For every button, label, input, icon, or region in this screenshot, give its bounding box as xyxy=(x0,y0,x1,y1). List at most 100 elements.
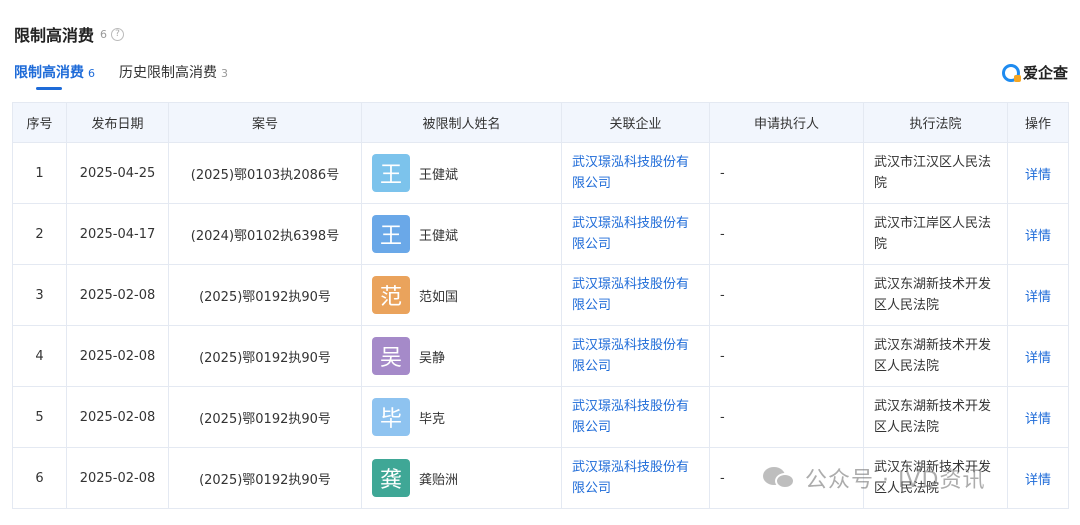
detail-link[interactable]: 详情 xyxy=(1025,351,1051,366)
publish-date: 2025-02-08 xyxy=(66,325,169,387)
table-row: 1 2025-04-25 (2025)鄂0103执2086号王王健斌 武汉璟泓科技股份… xyxy=(12,142,1069,204)
row-index: 6 xyxy=(12,447,67,509)
person-name[interactable]: 王健斌 xyxy=(419,225,458,244)
related-company-cell: 武汉璟泓科技股份有限公司 xyxy=(561,142,710,204)
question-circle-icon[interactable]: ? xyxy=(111,27,125,41)
person-name[interactable]: 王健斌 xyxy=(419,164,458,183)
related-company-cell: 武汉璟泓科技股份有限公司 xyxy=(561,264,710,326)
applicant: - xyxy=(709,447,864,509)
table-row: 4 2025-02-08 (2025)鄂0192执90号吴吴静 武汉璟泓科技股份有限公… xyxy=(12,325,1069,387)
case-number: (2025)鄂0192执90号 xyxy=(168,447,362,509)
column-header: 发布日期 xyxy=(66,102,169,143)
column-header: 序号 xyxy=(12,102,67,143)
applicant: - xyxy=(709,203,864,265)
logo-text: 爱企查 xyxy=(1022,64,1068,82)
person-name[interactable]: 毕克 xyxy=(419,408,445,427)
publish-date: 2025-04-17 xyxy=(66,203,169,265)
table-body: 1 2025-04-25 (2025)鄂0103执2086号王王健斌 武汉璟泓科技股份… xyxy=(12,142,1069,509)
table-row: 6 2025-02-08 (2025)鄂0192执90号龚龚贻洲 武汉璟泓科技股份有限… xyxy=(12,447,1069,509)
tab-label: 限制高消费 xyxy=(14,65,84,81)
tab-current-restrictions[interactable]: 限制高消费 6 xyxy=(14,62,95,90)
company-link[interactable]: 武汉璟泓科技股份有限公司 xyxy=(572,216,689,252)
publish-date: 2025-02-08 xyxy=(66,264,169,326)
tab-label: 历史限制高消费 xyxy=(119,65,217,81)
row-index: 2 xyxy=(12,203,67,265)
case-number: (2025)鄂0192执90号 xyxy=(168,264,362,326)
column-header: 执行法院 xyxy=(863,102,1008,143)
case-number: (2025)鄂0103执2086号 xyxy=(168,142,362,204)
detail-link[interactable]: 详情 xyxy=(1025,412,1051,427)
action-cell: 详情 xyxy=(1007,203,1069,265)
avatar: 范 xyxy=(372,276,410,314)
applicant: - xyxy=(709,386,864,448)
person-name[interactable]: 范如国 xyxy=(419,286,458,305)
court: 武汉市江汉区人民法院 xyxy=(863,142,1008,204)
detail-link[interactable]: 详情 xyxy=(1025,290,1051,305)
company-link[interactable]: 武汉璟泓科技股份有限公司 xyxy=(572,460,689,496)
action-cell: 详情 xyxy=(1007,264,1069,326)
column-header: 操作 xyxy=(1007,102,1069,143)
related-company-cell: 武汉璟泓科技股份有限公司 xyxy=(561,386,710,448)
court: 武汉东湖新技术开发区人民法院 xyxy=(863,325,1008,387)
row-index: 4 xyxy=(12,325,67,387)
company-link[interactable]: 武汉璟泓科技股份有限公司 xyxy=(572,155,689,191)
court: 武汉东湖新技术开发区人民法院 xyxy=(863,264,1008,326)
court: 武汉市江岸区人民法院 xyxy=(863,203,1008,265)
section-title: 限制高消费 xyxy=(14,26,95,45)
court: 武汉东湖新技术开发区人民法院 xyxy=(863,447,1008,509)
applicant: - xyxy=(709,142,864,204)
case-number: (2025)鄂0192执90号 xyxy=(168,386,362,448)
table-row: 3 2025-02-08 (2025)鄂0192执90号范范如国 武汉璟泓科技股份有限… xyxy=(12,264,1069,326)
detail-link[interactable]: 详情 xyxy=(1025,229,1051,244)
restricted-person-cell: 吴吴静 xyxy=(361,325,562,387)
avatar: 王 xyxy=(372,215,410,253)
detail-link[interactable]: 详情 xyxy=(1025,168,1051,183)
action-cell: 详情 xyxy=(1007,386,1069,448)
row-index: 3 xyxy=(12,264,67,326)
case-number: (2025)鄂0192执90号 xyxy=(168,325,362,387)
company-link[interactable]: 武汉璟泓科技股份有限公司 xyxy=(572,399,689,435)
table-header-row: 序号 发布日期 案号 被限制人姓名 关联企业 申请执行人 执行法院 操作 xyxy=(12,102,1069,143)
column-header: 案号 xyxy=(168,102,362,143)
person-name[interactable]: 吴静 xyxy=(419,347,445,366)
restricted-person-cell: 范范如国 xyxy=(361,264,562,326)
tab-count: 3 xyxy=(221,67,228,80)
row-index: 1 xyxy=(12,142,67,204)
tab-historical-restrictions[interactable]: 历史限制高消费 3 xyxy=(119,62,228,90)
detail-link[interactable]: 详情 xyxy=(1025,473,1051,488)
table-row: 2 2025-04-17 (2024)鄂0102执6398号王王健斌 武汉璟泓科技股份… xyxy=(12,203,1069,265)
tab-count: 6 xyxy=(88,67,95,80)
related-company-cell: 武汉璟泓科技股份有限公司 xyxy=(561,325,710,387)
publish-date: 2025-02-08 xyxy=(66,386,169,448)
person-name[interactable]: 龚贻洲 xyxy=(419,469,458,488)
column-header: 关联企业 xyxy=(561,102,710,143)
aiqicha-logo-icon xyxy=(1001,63,1021,82)
restriction-table: 序号 发布日期 案号 被限制人姓名 关联企业 申请执行人 执行法院 操作 1 2025-04-2… xyxy=(12,102,1069,509)
avatar: 龚 xyxy=(372,459,410,497)
applicant: - xyxy=(709,264,864,326)
action-cell: 详情 xyxy=(1007,142,1069,204)
restricted-person-cell: 毕毕克 xyxy=(361,386,562,448)
restricted-person-cell: 王王健斌 xyxy=(361,203,562,265)
avatar: 吴 xyxy=(372,337,410,375)
table-row: 5 2025-02-08 (2025)鄂0192执90号毕毕克 武汉璟泓科技股份有限公… xyxy=(12,386,1069,448)
column-header: 被限制人姓名 xyxy=(361,102,562,143)
company-link[interactable]: 武汉璟泓科技股份有限公司 xyxy=(572,277,689,313)
tab-bar: 限制高消费 6 历史限制高消费 3 xyxy=(14,62,252,90)
action-cell: 详情 xyxy=(1007,325,1069,387)
publish-date: 2025-04-25 xyxy=(66,142,169,204)
restricted-person-cell: 龚龚贻洲 xyxy=(361,447,562,509)
case-number: (2024)鄂0102执6398号 xyxy=(168,203,362,265)
applicant: - xyxy=(709,325,864,387)
action-cell: 详情 xyxy=(1007,447,1069,509)
avatar: 毕 xyxy=(372,398,410,436)
court: 武汉东湖新技术开发区人民法院 xyxy=(863,386,1008,448)
restricted-person-cell: 王王健斌 xyxy=(361,142,562,204)
related-company-cell: 武汉璟泓科技股份有限公司 xyxy=(561,447,710,509)
avatar: 王 xyxy=(372,154,410,192)
aiqicha-logo: 爱企查 xyxy=(1001,62,1068,83)
column-header: 申请执行人 xyxy=(709,102,864,143)
related-company-cell: 武汉璟泓科技股份有限公司 xyxy=(561,203,710,265)
company-link[interactable]: 武汉璟泓科技股份有限公司 xyxy=(572,338,689,374)
section-count: 6 xyxy=(100,27,108,41)
